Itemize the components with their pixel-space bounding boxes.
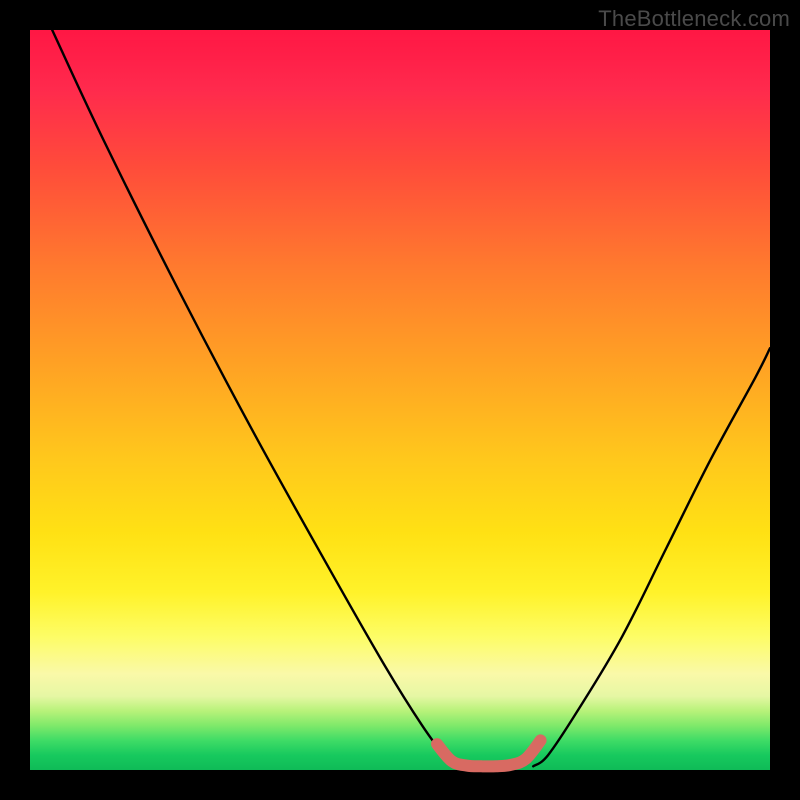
curve-layer xyxy=(30,30,770,770)
chart-stage: TheBottleneck.com xyxy=(0,0,800,800)
valley-highlight xyxy=(437,740,541,766)
curve-right-branch xyxy=(533,348,770,766)
curve-left-branch xyxy=(52,30,459,766)
plot-area xyxy=(30,30,770,770)
watermark-text: TheBottleneck.com xyxy=(598,6,790,32)
